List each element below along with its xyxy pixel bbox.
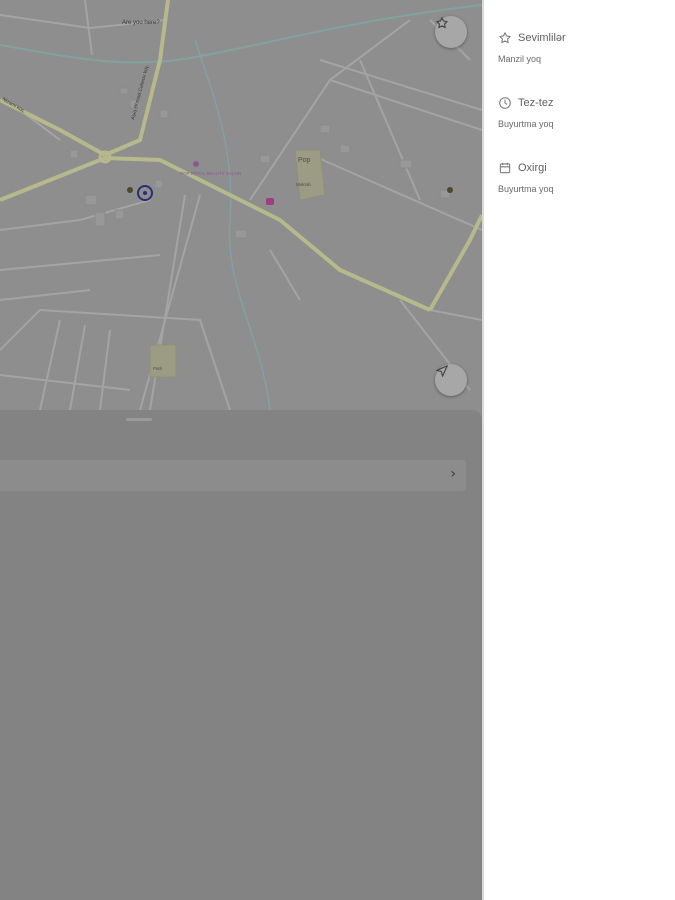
favorites-title: Sevimlilər bbox=[518, 32, 566, 44]
sheet-drag-handle[interactable] bbox=[126, 418, 152, 421]
favorites-section[interactable]: Sevimlilər Manzil yoq bbox=[498, 31, 566, 64]
bottom-sheet: › bbox=[0, 410, 482, 900]
star-icon bbox=[436, 17, 448, 29]
sheet-row[interactable]: › bbox=[0, 460, 466, 491]
map-canvas: Are you here? Aşıq Əhməd Cəfərov küç. Ni… bbox=[0, 0, 482, 411]
side-panel: Sevimlilər Manzil yoq Tez-tez Buyurtma y… bbox=[484, 0, 675, 900]
clock-icon bbox=[499, 97, 511, 109]
map-label-are-you-here: Are you here? bbox=[122, 20, 160, 26]
frequent-title: Tez-tez bbox=[518, 97, 554, 109]
map-label-street-2: Nizami küç. bbox=[1, 97, 26, 115]
frequent-subtitle: Buyurtma yoq bbox=[498, 119, 554, 129]
calendar-icon bbox=[499, 162, 511, 174]
map-label-school: Məktəb bbox=[296, 182, 311, 187]
favorites-subtitle: Manzil yoq bbox=[498, 54, 542, 64]
recent-subtitle: Buyurtma yoq bbox=[498, 184, 554, 194]
map-label-poi: POP ROYAL BEAUTY SALON bbox=[180, 171, 241, 176]
frequent-section[interactable]: Tez-tez Buyurtma yoq bbox=[498, 96, 554, 129]
map-screen-dimmed: Are you here? Aşıq Əhməd Cəfərov küç. Ni… bbox=[0, 0, 482, 900]
recent-section[interactable]: Oxirgi Buyurtma yoq bbox=[498, 161, 554, 194]
map-label-park: Park bbox=[153, 366, 163, 371]
navigation-arrow-icon bbox=[436, 365, 448, 377]
map-view[interactable]: Are you here? Aşıq Əhməd Cəfərov küç. Ni… bbox=[0, 0, 482, 420]
map-label-pop: Pop bbox=[298, 157, 311, 164]
favorite-fab-button[interactable] bbox=[435, 16, 467, 48]
recent-title: Oxirgi bbox=[518, 162, 547, 174]
star-icon bbox=[499, 32, 511, 44]
chevron-right-icon: › bbox=[450, 466, 456, 482]
my-location-button[interactable] bbox=[435, 364, 467, 396]
